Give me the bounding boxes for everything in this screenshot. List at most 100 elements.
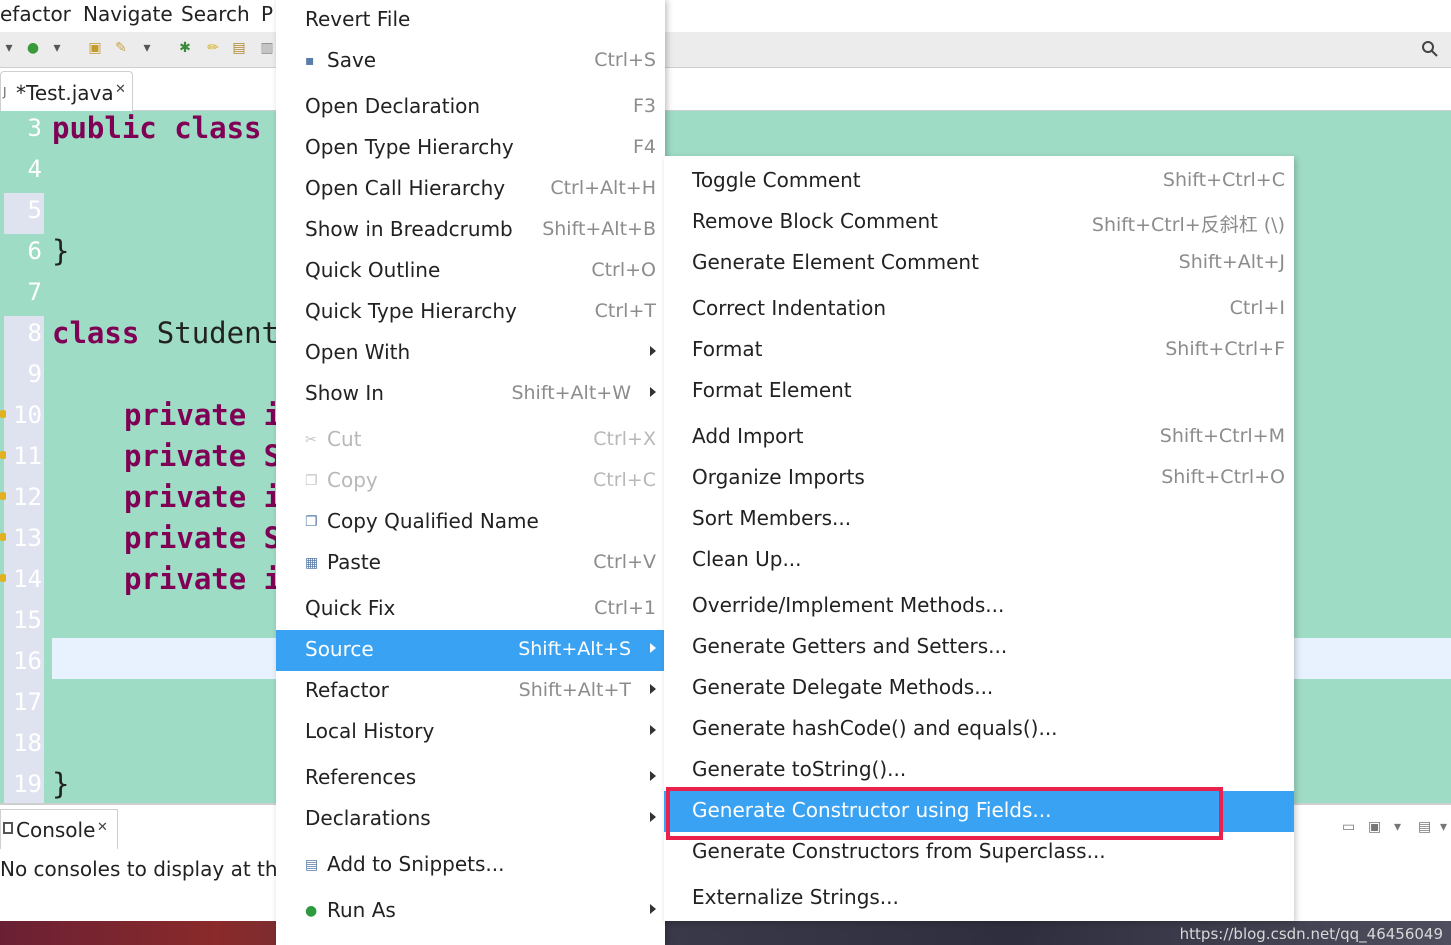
- menu-item-label: Quick Outline: [305, 258, 441, 282]
- task-icon[interactable]: ▤: [230, 39, 248, 57]
- chevron-down-icon[interactable]: ▾: [1440, 819, 1447, 835]
- menu-item-label: Revert File: [305, 7, 411, 31]
- menu-item-references[interactable]: References: [276, 758, 665, 799]
- submenu-item-clean-up[interactable]: Clean Up...: [664, 540, 1294, 581]
- menu-item-refactor[interactable]: Refactor Shift+Alt+T: [276, 671, 665, 712]
- open-console-icon[interactable]: ▤: [1418, 819, 1431, 835]
- submenu-item-generate-element-comment[interactable]: Generate Element Comment Shift+Alt+J: [664, 243, 1294, 284]
- submenu-item-remove-block-comment[interactable]: Remove Block Comment Shift+Ctrl+反斜杠 (\): [664, 202, 1294, 243]
- submenu-item-constructor-using-fields[interactable]: Generate Constructor using Fields...: [664, 791, 1294, 832]
- submenu-item-getters-setters[interactable]: Generate Getters and Setters...: [664, 627, 1294, 668]
- menu-item-revert-file[interactable]: Revert File: [276, 0, 665, 41]
- submenu-item-correct-indentation[interactable]: Correct Indentation Ctrl+I: [664, 289, 1294, 330]
- menu-refactor[interactable]: efactor: [0, 2, 71, 26]
- close-icon[interactable]: ✕: [115, 82, 126, 97]
- line-number: 7: [27, 278, 42, 306]
- pen-icon[interactable]: ✏: [204, 39, 222, 57]
- menu-item-open-declaration[interactable]: Open Declaration F3: [276, 87, 665, 128]
- dropdown-icon[interactable]: ▾: [138, 39, 156, 57]
- menu-item-local-history[interactable]: Local History: [276, 712, 665, 753]
- pin-console-icon[interactable]: ▭: [1342, 819, 1355, 835]
- submenu-item-constructors-from-superclass[interactable]: Generate Constructors from Superclass...: [664, 832, 1294, 873]
- search-icon[interactable]: [1421, 40, 1441, 60]
- display-console-icon[interactable]: ▣: [1368, 819, 1381, 835]
- submenu-item-toggle-comment[interactable]: Toggle Comment Shift+Ctrl+C: [664, 161, 1294, 202]
- menu-item-open-call-hierarchy[interactable]: Open Call Hierarchy Ctrl+Alt+H: [276, 169, 665, 210]
- submenu-arrow-icon: [650, 346, 656, 356]
- code-line: }: [52, 234, 70, 268]
- menu-item-declarations[interactable]: Declarations: [276, 799, 665, 840]
- menu-item-save[interactable]: ▪ Save Ctrl+S: [276, 41, 665, 82]
- copy-icon: ❐: [305, 473, 318, 489]
- menu-item-shortcut: Ctrl+X: [593, 428, 656, 450]
- menu-item-label: Save: [327, 48, 377, 72]
- menu-navigate[interactable]: Navigate: [83, 2, 173, 26]
- page-icon[interactable]: ▥: [258, 39, 276, 57]
- menu-item-label: Quick Fix: [305, 596, 396, 620]
- menu-item-paste[interactable]: ▦ Paste Ctrl+V: [276, 543, 665, 584]
- menu-item-label: Show In: [305, 381, 384, 405]
- line-number: 5: [4, 193, 44, 234]
- submenu-item-add-import[interactable]: Add Import Shift+Ctrl+M: [664, 417, 1294, 458]
- menu-item-quick-type-hierarchy[interactable]: Quick Type Hierarchy Ctrl+T: [276, 292, 665, 333]
- line-number: 12: [4, 480, 44, 521]
- console-tab[interactable]: Console ✕: [0, 809, 118, 849]
- menu-item-label: Copy Qualified Name: [327, 509, 539, 533]
- run-config-icon[interactable]: ●: [24, 39, 42, 57]
- menu-item-label: Generate hashCode() and equals()...: [692, 716, 1058, 740]
- menu-item-copy[interactable]: ❐ Copy Ctrl+C: [276, 461, 665, 502]
- menu-item-shortcut: Shift+Ctrl+反斜杠 (\): [1091, 214, 1285, 236]
- open-folder-icon[interactable]: ▣: [86, 39, 104, 57]
- menu-item-cut[interactable]: ✂ Cut Ctrl+X: [276, 420, 665, 461]
- menu-search[interactable]: Search: [181, 2, 250, 26]
- submenu-item-sort-members[interactable]: Sort Members...: [664, 499, 1294, 540]
- submenu-arrow-icon: [650, 387, 656, 397]
- menu-item-show-in-breadcrumb[interactable]: Show in Breadcrumb Shift+Alt+B: [276, 210, 665, 251]
- submenu-item-externalize-strings[interactable]: Externalize Strings...: [664, 878, 1294, 919]
- console-tab-label: Console: [16, 818, 96, 842]
- menu-item-label: Format: [692, 337, 763, 361]
- menu-item-add-to-snippets[interactable]: ▤ Add to Snippets...: [276, 845, 665, 886]
- editor-tab-title: *Test.java: [16, 81, 114, 105]
- menu-item-label: Local History: [305, 719, 435, 743]
- menu-item-open-with[interactable]: Open With: [276, 333, 665, 374]
- menu-item-label: Generate Element Comment: [692, 250, 979, 274]
- debug-icon[interactable]: ✱: [176, 39, 194, 57]
- submenu-arrow-icon: [650, 812, 656, 822]
- submenu-item-organize-imports[interactable]: Organize Imports Shift+Ctrl+O: [664, 458, 1294, 499]
- menu-item-label: Cut: [327, 427, 362, 451]
- submenu-item-override-implement[interactable]: Override/Implement Methods...: [664, 586, 1294, 627]
- menu-item-copy-qualified-name[interactable]: ❐ Copy Qualified Name: [276, 502, 665, 543]
- chevron-down-icon[interactable]: ▾: [1394, 819, 1401, 835]
- warning-marker-icon: [0, 533, 6, 541]
- editor-tab[interactable]: J *Test.java ✕: [0, 71, 133, 111]
- line-number: 9: [4, 357, 44, 398]
- menu-item-shortcut: Ctrl+C: [593, 469, 656, 491]
- menu-item-quick-outline[interactable]: Quick Outline Ctrl+O: [276, 251, 665, 292]
- submenu-arrow-icon: [650, 725, 656, 735]
- dropdown-icon[interactable]: ▾: [48, 39, 66, 57]
- menu-item-open-type-hierarchy[interactable]: Open Type Hierarchy F4: [276, 128, 665, 169]
- source-submenu: Toggle Comment Shift+Ctrl+C Remove Block …: [664, 156, 1294, 921]
- menu-item-show-in[interactable]: Show In Shift+Alt+W: [276, 374, 665, 415]
- menu-item-shortcut: Shift+Ctrl+O: [1161, 466, 1285, 488]
- menu-item-shortcut: Shift+Alt+T: [518, 679, 631, 701]
- menu-item-quick-fix[interactable]: Quick Fix Ctrl+1: [276, 589, 665, 630]
- toolbar: ▾ ● ▾ ▣ ✎ ▾ ✱ ✏ ▤ ▥: [0, 32, 1451, 68]
- menu-item-shortcut: F3: [632, 95, 656, 117]
- wand-icon[interactable]: ✎: [112, 39, 130, 57]
- menu-project[interactable]: P: [261, 2, 273, 26]
- submenu-item-format-element[interactable]: Format Element: [664, 371, 1294, 412]
- line-number: 11: [4, 439, 44, 480]
- dropdown-icon[interactable]: ▾: [0, 39, 18, 57]
- close-icon[interactable]: ✕: [97, 820, 108, 835]
- submenu-item-tostring[interactable]: Generate toString()...: [664, 750, 1294, 791]
- menu-item-source[interactable]: Source Shift+Alt+S: [276, 630, 665, 671]
- menu-item-label: Remove Block Comment: [692, 209, 938, 233]
- menu-item-run-as[interactable]: ● Run As: [276, 891, 665, 932]
- submenu-item-delegate-methods[interactable]: Generate Delegate Methods...: [664, 668, 1294, 709]
- menu-item-label: Copy: [327, 468, 378, 492]
- submenu-item-format[interactable]: Format Shift+Ctrl+F: [664, 330, 1294, 371]
- submenu-item-hashcode-equals[interactable]: Generate hashCode() and equals()...: [664, 709, 1294, 750]
- menu-item-label: Open With: [305, 340, 411, 364]
